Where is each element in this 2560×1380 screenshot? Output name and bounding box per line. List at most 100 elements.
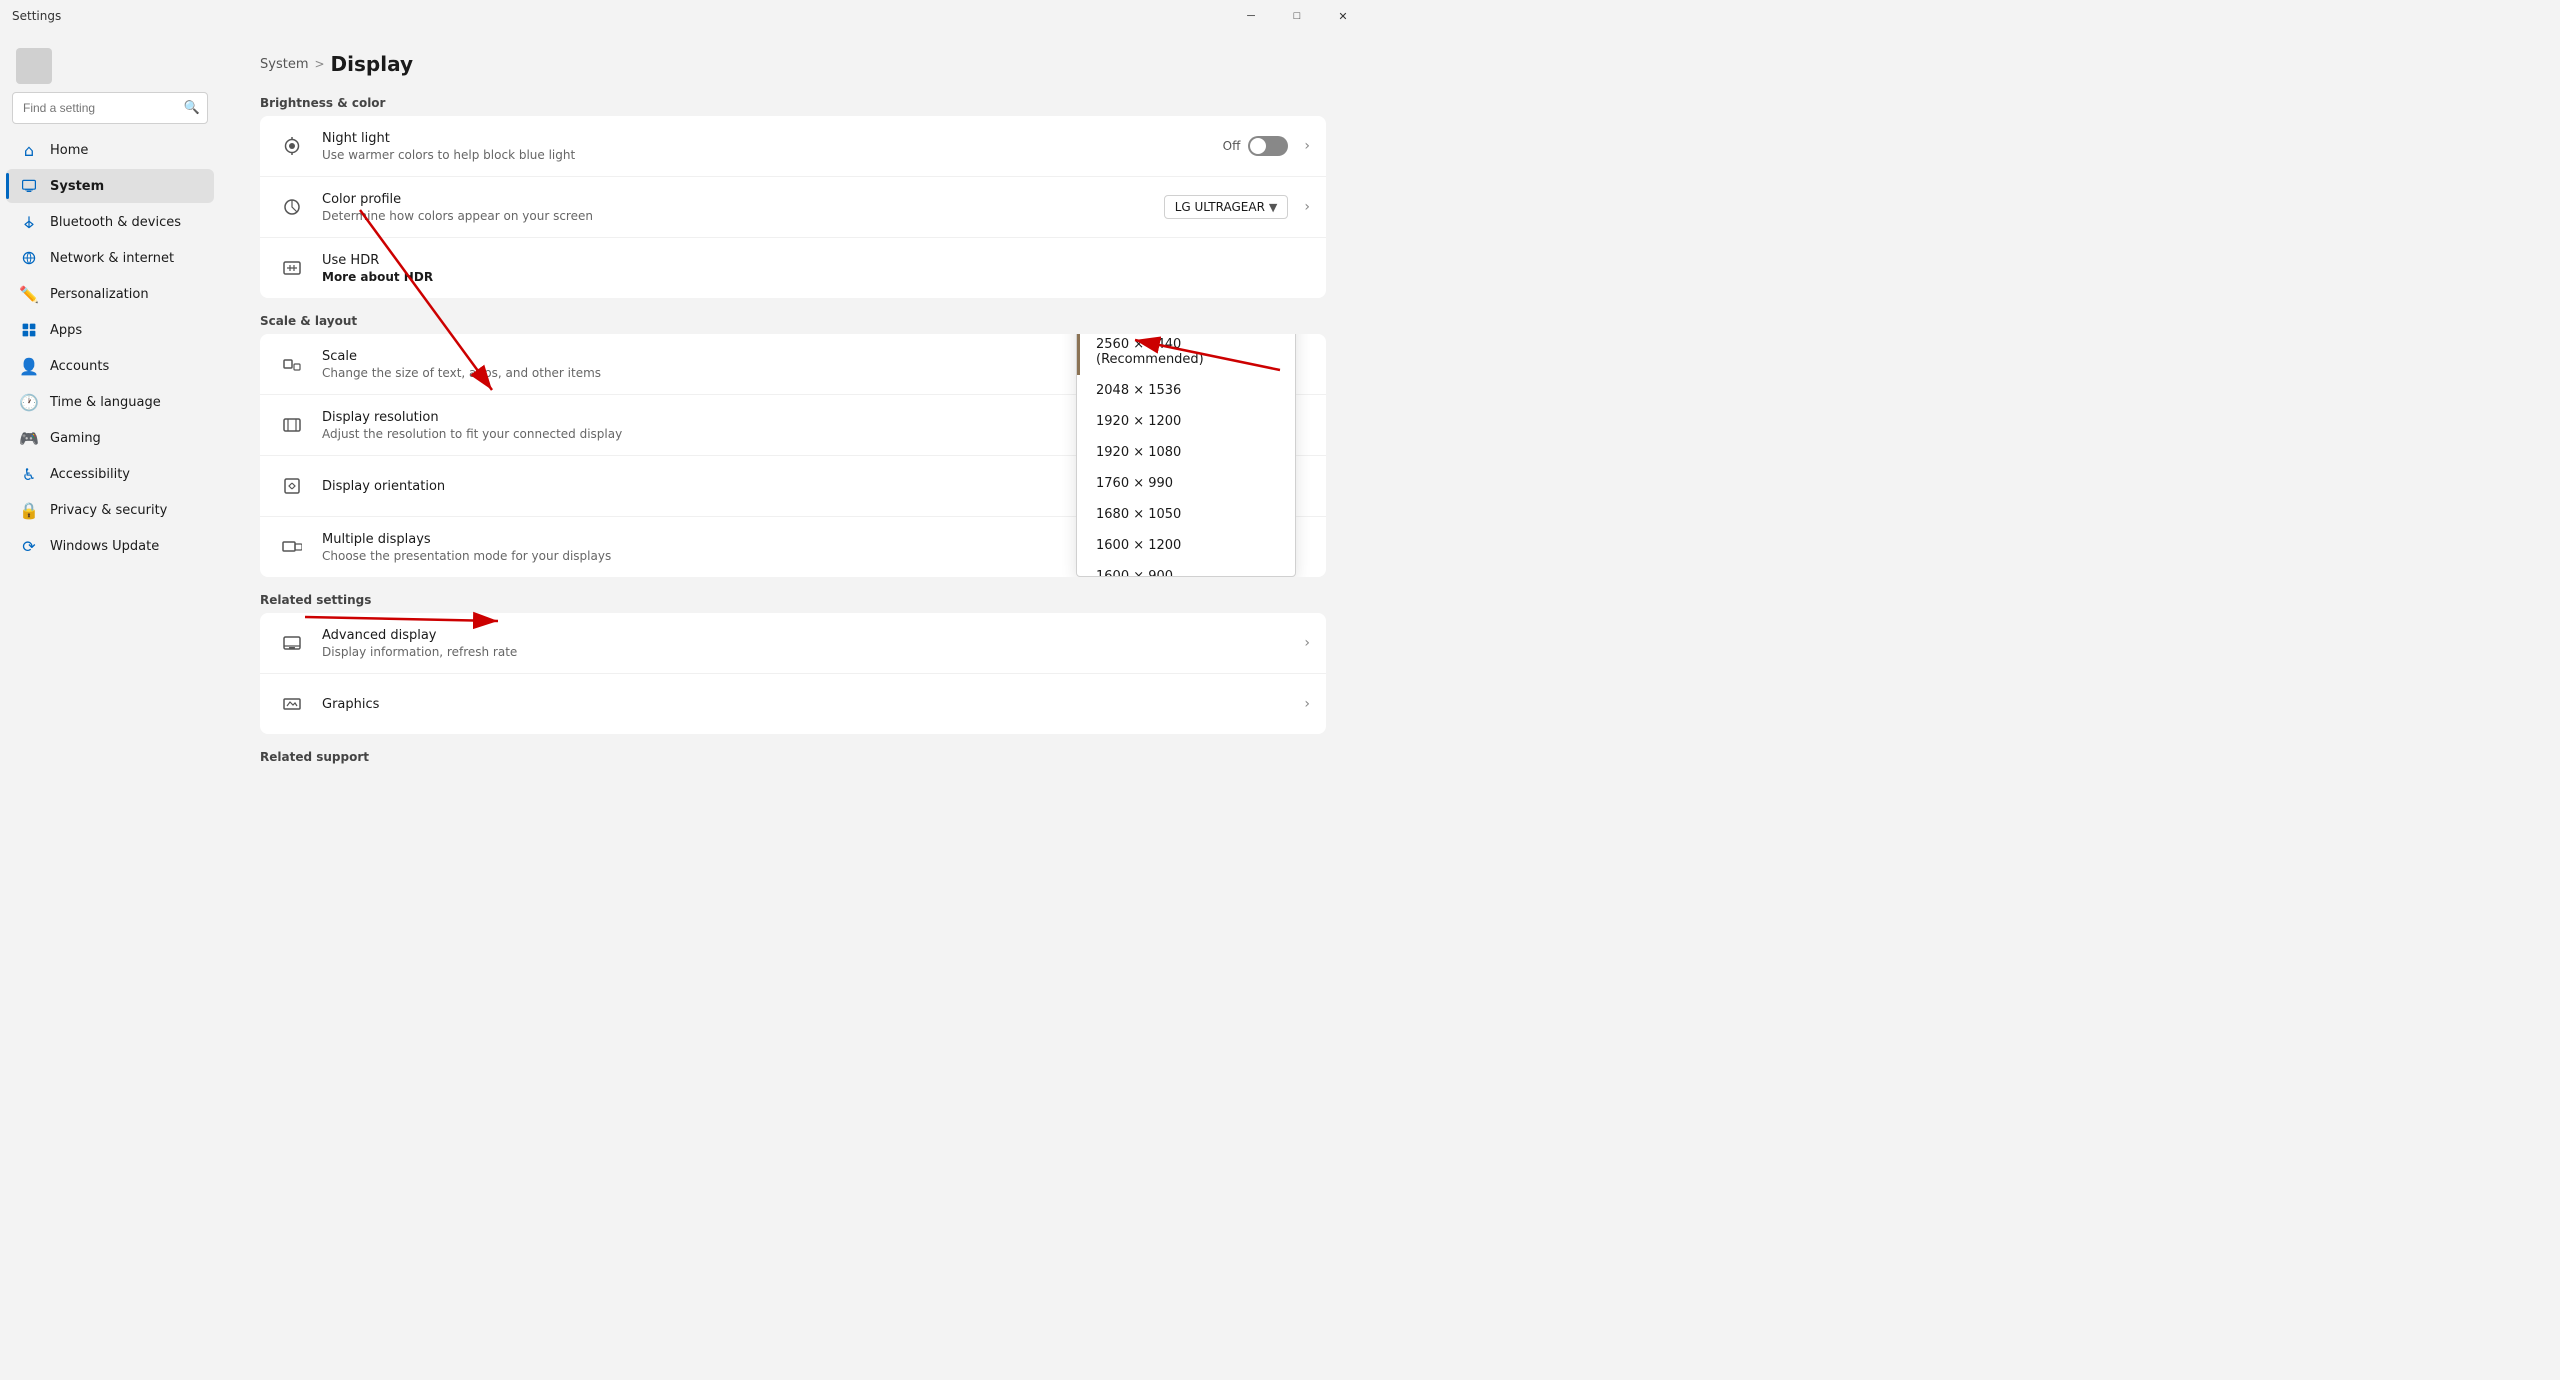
sidebar: 🔍 ⌂ Home System Bluetooth & devices Netw… xyxy=(0,32,220,768)
section-label-scale: Scale & layout xyxy=(260,314,1326,328)
advanced-display-title: Advanced display xyxy=(322,628,1304,643)
sidebar-item-system[interactable]: System xyxy=(6,169,214,203)
graphics-text: Graphics xyxy=(322,697,1304,712)
search-input[interactable] xyxy=(12,92,208,124)
color-profile-control: LG ULTRAGEAR ▼ › xyxy=(1164,195,1310,219)
use-hdr-row[interactable]: Use HDR More about HDR xyxy=(260,238,1326,298)
resolution-dropdown: 3840 × 2160 3200 × 1800 3072 × 1728 2560… xyxy=(1076,334,1296,577)
resolution-option-7[interactable]: 1760 × 990 xyxy=(1077,468,1295,499)
sidebar-item-label-bluetooth: Bluetooth & devices xyxy=(50,215,181,230)
maximize-button[interactable]: □ xyxy=(1274,0,1320,32)
search-icon: 🔍 xyxy=(184,101,200,116)
color-profile-subtitle: Determine how colors appear on your scre… xyxy=(322,209,1148,223)
sidebar-item-label-system: System xyxy=(50,179,104,194)
sidebar-item-personalization[interactable]: ✏️ Personalization xyxy=(6,277,214,311)
night-light-text: Night light Use warmer colors to help bl… xyxy=(322,131,1207,162)
time-icon: 🕐 xyxy=(20,393,38,411)
page-title: Display xyxy=(331,52,413,76)
accounts-icon: 👤 xyxy=(20,357,38,375)
sidebar-item-bluetooth[interactable]: Bluetooth & devices xyxy=(6,205,214,239)
resolution-option-10[interactable]: 1600 × 900 xyxy=(1077,561,1295,576)
graphics-row[interactable]: Graphics › xyxy=(260,674,1326,734)
search-box: 🔍 xyxy=(12,92,208,124)
sidebar-item-accessibility[interactable]: ♿ Accessibility xyxy=(6,457,214,491)
breadcrumb-parent[interactable]: System xyxy=(260,57,308,72)
resolution-option-5[interactable]: 1920 × 1200 xyxy=(1077,406,1295,437)
sidebar-item-home[interactable]: ⌂ Home xyxy=(6,133,214,167)
graphics-icon xyxy=(276,688,308,720)
section-label-related: Related settings xyxy=(260,593,1326,607)
color-profile-icon xyxy=(276,191,308,223)
gaming-icon: 🎮 xyxy=(20,429,38,447)
section-label-brightness: Brightness & color xyxy=(260,96,1326,110)
resolution-option-8[interactable]: 1680 × 1050 xyxy=(1077,499,1295,530)
scale-layout-card: Scale Change the size of text, apps, and… xyxy=(260,334,1326,577)
resolution-option-3[interactable]: 2560 × 1440 (Recommended) xyxy=(1077,334,1295,375)
night-light-control: Off › xyxy=(1223,136,1310,156)
breadcrumb: System > Display xyxy=(260,52,1326,76)
close-button[interactable]: ✕ xyxy=(1320,0,1366,32)
color-profile-row[interactable]: Color profile Determine how colors appea… xyxy=(260,177,1326,238)
personalization-icon: ✏️ xyxy=(20,285,38,303)
resolution-option-9[interactable]: 1600 × 1200 xyxy=(1077,530,1295,561)
sidebar-header xyxy=(0,40,220,88)
display-resolution-row[interactable]: Display resolution Adjust the resolution… xyxy=(260,395,1326,456)
sidebar-item-label-apps: Apps xyxy=(50,323,82,338)
sidebar-item-apps[interactable]: Apps xyxy=(6,313,214,347)
night-light-toggle[interactable] xyxy=(1248,136,1288,156)
minimize-button[interactable]: ─ xyxy=(1228,0,1274,32)
apps-icon xyxy=(20,321,38,339)
system-icon xyxy=(20,177,38,195)
use-hdr-title: Use HDR xyxy=(322,253,1310,268)
accessibility-icon: ♿ xyxy=(20,465,38,483)
bluetooth-icon xyxy=(20,213,38,231)
content-area: System > Display Brightness & color Nigh… xyxy=(220,32,1366,768)
sidebar-item-accounts[interactable]: 👤 Accounts xyxy=(6,349,214,383)
color-profile-title: Color profile xyxy=(322,192,1148,207)
advanced-display-row[interactable]: Advanced display Display information, re… xyxy=(260,613,1326,674)
sidebar-item-label-time: Time & language xyxy=(50,395,161,410)
color-profile-dropdown[interactable]: LG ULTRAGEAR ▼ xyxy=(1164,195,1289,219)
sidebar-item-privacy[interactable]: 🔒 Privacy & security xyxy=(6,493,214,527)
sidebar-item-network[interactable]: Network & internet xyxy=(6,241,214,275)
home-icon: ⌂ xyxy=(20,141,38,159)
resolution-list: 3840 × 2160 3200 × 1800 3072 × 1728 2560… xyxy=(1077,334,1295,576)
sidebar-item-label-accessibility: Accessibility xyxy=(50,467,130,482)
night-light-icon xyxy=(276,130,308,162)
multiple-displays-icon xyxy=(276,531,308,563)
sidebar-item-label-personalization: Personalization xyxy=(50,287,149,302)
section-label-support: Related support xyxy=(260,750,1326,764)
resolution-option-6[interactable]: 1920 × 1080 xyxy=(1077,437,1295,468)
titlebar-controls: ─ □ ✕ xyxy=(1228,0,1366,32)
breadcrumb-separator: > xyxy=(314,57,324,71)
advanced-display-text: Advanced display Display information, re… xyxy=(322,628,1304,659)
update-icon: ⟳ xyxy=(20,537,38,555)
sidebar-item-gaming[interactable]: 🎮 Gaming xyxy=(6,421,214,455)
sidebar-item-update[interactable]: ⟳ Windows Update xyxy=(6,529,214,563)
use-hdr-text: Use HDR More about HDR xyxy=(322,253,1310,284)
sidebar-item-label-privacy: Privacy & security xyxy=(50,503,167,518)
sidebar-item-label-update: Windows Update xyxy=(50,539,159,554)
color-profile-text: Color profile Determine how colors appea… xyxy=(322,192,1148,223)
night-light-subtitle: Use warmer colors to help block blue lig… xyxy=(322,148,1207,162)
sidebar-item-label-network: Network & internet xyxy=(50,251,174,266)
advanced-display-chevron: › xyxy=(1304,635,1310,651)
brightness-color-card: Night light Use warmer colors to help bl… xyxy=(260,116,1326,298)
advanced-display-icon xyxy=(276,627,308,659)
advanced-display-subtitle: Display information, refresh rate xyxy=(322,645,1304,659)
display-orientation-icon xyxy=(276,470,308,502)
network-icon xyxy=(20,249,38,267)
graphics-chevron: › xyxy=(1304,696,1310,712)
color-profile-value: LG ULTRAGEAR xyxy=(1175,200,1265,214)
night-light-chevron: › xyxy=(1304,138,1310,154)
avatar xyxy=(16,48,52,84)
night-light-title: Night light xyxy=(322,131,1207,146)
use-hdr-subtitle: More about HDR xyxy=(322,270,1310,284)
resolution-option-4[interactable]: 2048 × 1536 xyxy=(1077,375,1295,406)
dropdown-arrow: ▼ xyxy=(1269,201,1277,214)
app-container: 🔍 ⌂ Home System Bluetooth & devices Netw… xyxy=(0,32,1366,768)
display-resolution-icon xyxy=(276,409,308,441)
graphics-title: Graphics xyxy=(322,697,1304,712)
sidebar-item-time[interactable]: 🕐 Time & language xyxy=(6,385,214,419)
night-light-row[interactable]: Night light Use warmer colors to help bl… xyxy=(260,116,1326,177)
